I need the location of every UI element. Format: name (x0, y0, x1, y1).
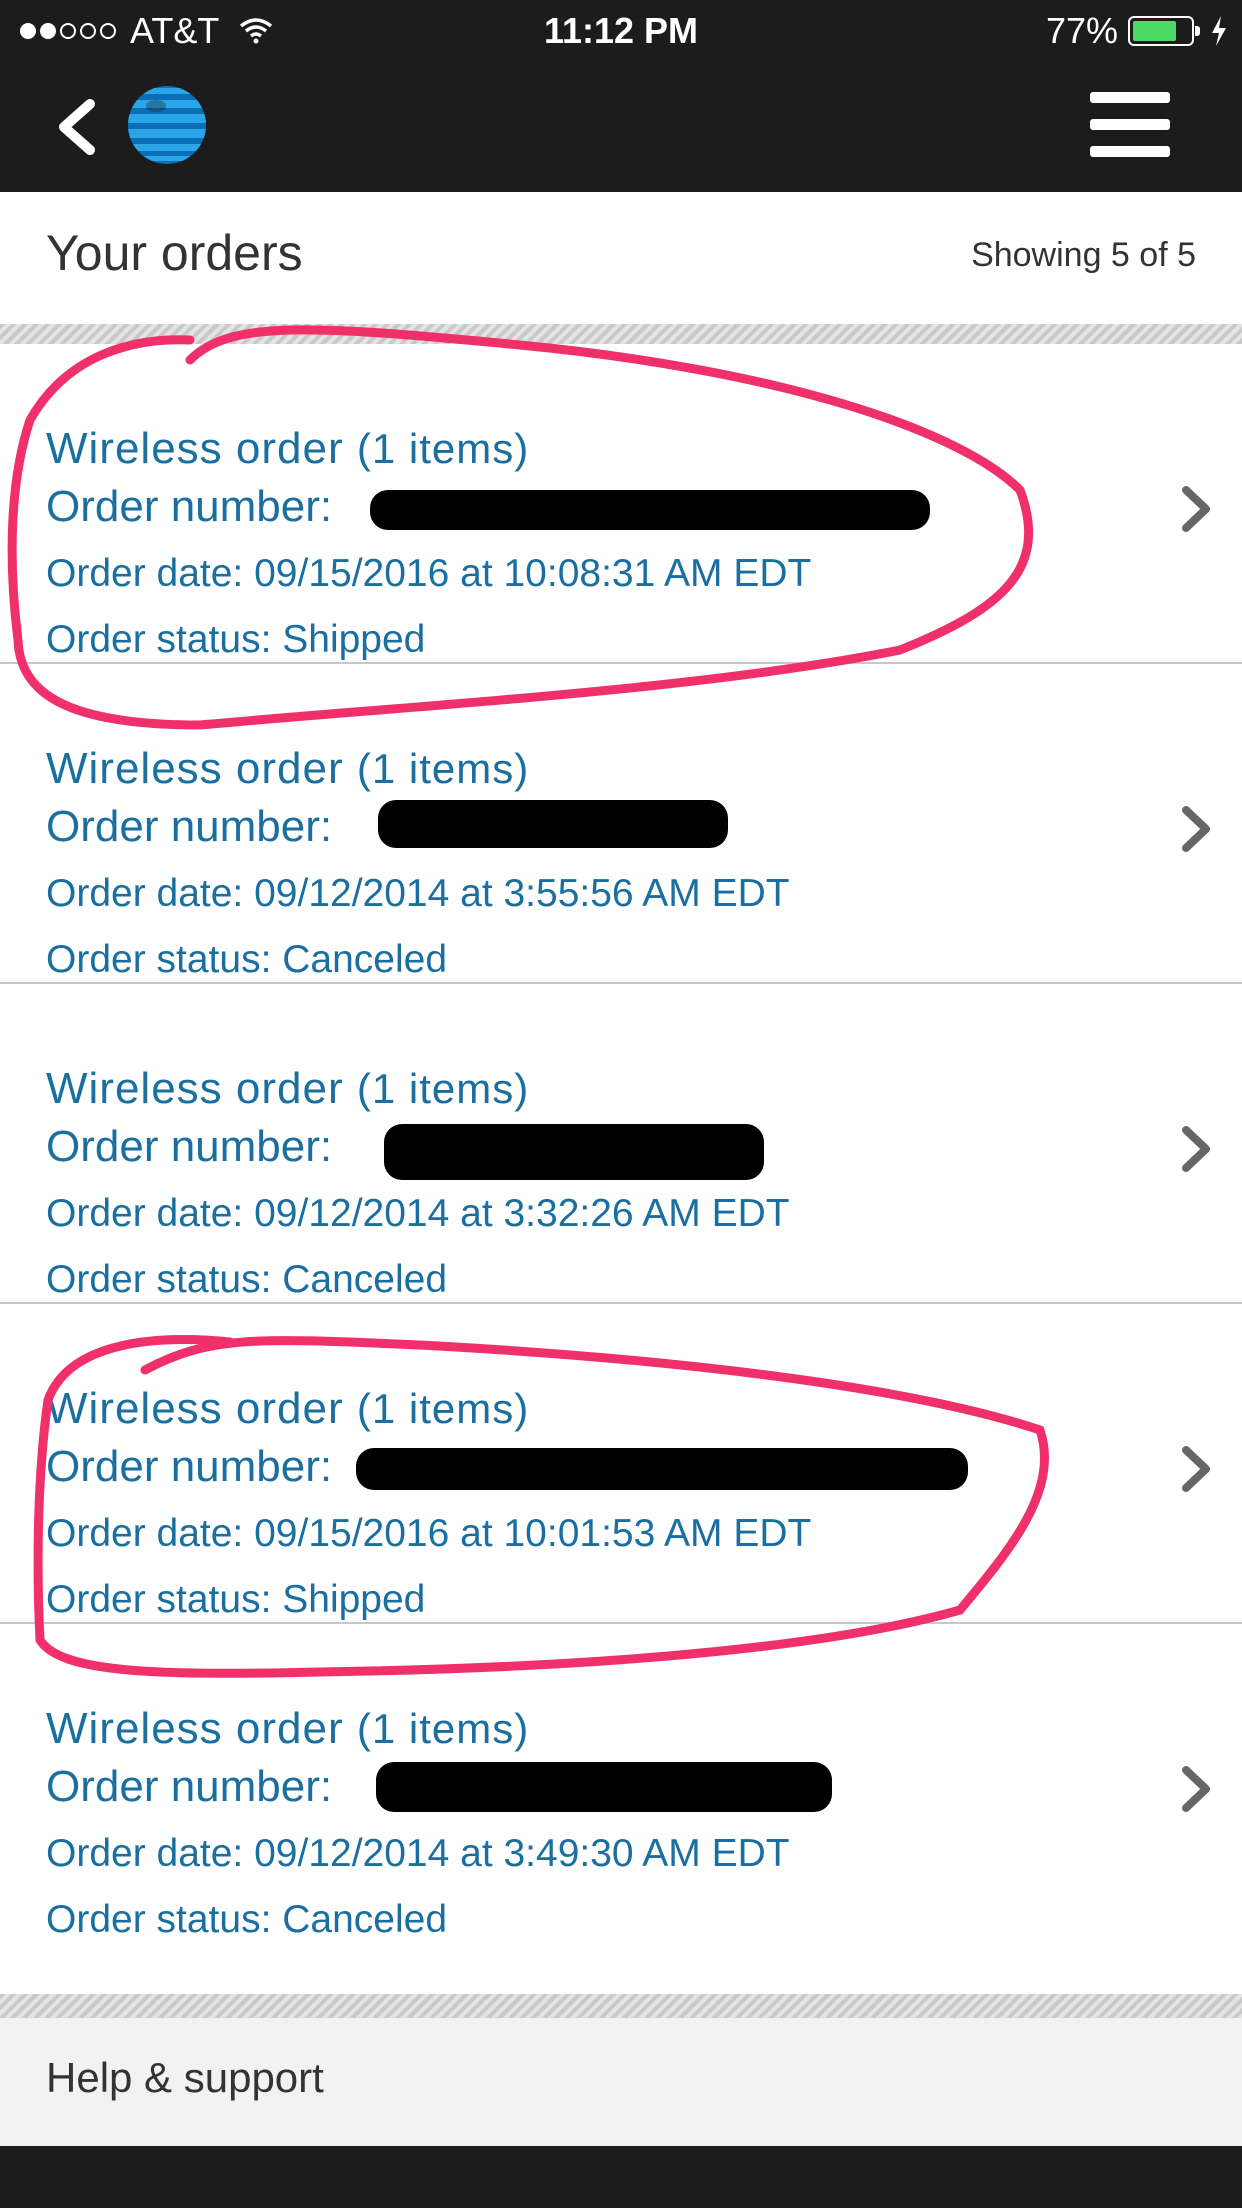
order-items-count: (1 items) (356, 745, 530, 792)
order-title: Wireless order (1 items) (46, 744, 530, 793)
help-support-label: Help & support (46, 2054, 324, 2101)
order-items-count: (1 items) (356, 425, 530, 472)
chevron-right-icon (1182, 1446, 1210, 1492)
redaction-mark (378, 800, 728, 848)
order-item[interactable]: Wireless order (1 items) Order number: O… (0, 984, 1242, 1304)
orders-header: Your orders Showing 5 of 5 (0, 192, 1242, 324)
battery-icon (1128, 16, 1200, 46)
order-date: Order date: 09/12/2014 at 3:55:56 AM EDT (46, 872, 790, 915)
order-title: Wireless order (1 items) (46, 1064, 530, 1113)
order-items-count: (1 items) (356, 1065, 530, 1112)
order-items-count: (1 items) (356, 1385, 530, 1432)
chevron-right-icon (1182, 1126, 1210, 1172)
order-date: Order date: 09/15/2016 at 10:01:53 AM ED… (46, 1512, 812, 1555)
order-item[interactable]: Wireless order (1 items) Order number: O… (0, 1304, 1242, 1624)
redaction-mark (370, 490, 930, 530)
charging-bolt-icon (1212, 16, 1226, 46)
page-title: Your orders (46, 225, 303, 281)
order-status: Order status: Canceled (46, 1258, 448, 1301)
chevron-right-icon (1182, 486, 1210, 532)
order-items-count: (1 items) (356, 1705, 530, 1752)
redaction-mark (356, 1448, 968, 1490)
order-number: Order number: (46, 802, 333, 851)
chevron-right-icon (1182, 1766, 1210, 1812)
order-item[interactable]: Wireless order (1 items) Order number: O… (0, 1624, 1242, 1944)
order-item[interactable]: Wireless order (1 items) Order number: O… (0, 344, 1242, 664)
order-status: Order status: Shipped (46, 618, 426, 661)
order-status: Order status: Canceled (46, 938, 448, 981)
bottom-bar (0, 2146, 1242, 2208)
order-number: Order number: (46, 482, 333, 531)
status-bar: AT&T 11:12 PM 77% (0, 0, 1242, 62)
help-support-row[interactable]: Help & support (0, 2018, 1242, 2146)
battery-level (1133, 21, 1177, 41)
divider-stripe (0, 324, 1242, 344)
order-title: Wireless order (1 items) (46, 424, 530, 473)
hamburger-menu-icon[interactable] (1090, 92, 1170, 160)
redaction-mark (376, 1762, 832, 1812)
order-item[interactable]: Wireless order (1 items) Order number: O… (0, 664, 1242, 984)
redaction-mark (384, 1124, 764, 1180)
order-date: Order date: 09/12/2014 at 3:32:26 AM EDT (46, 1192, 790, 1235)
order-title: Wireless order (1 items) (46, 1704, 530, 1753)
battery-percent: 77% (1045, 10, 1118, 51)
order-date: Order date: 09/12/2014 at 3:49:30 AM EDT (46, 1832, 790, 1875)
chevron-left-icon[interactable] (50, 92, 110, 162)
order-date: Order date: 09/15/2016 at 10:08:31 AM ED… (46, 552, 812, 595)
order-status: Order status: Canceled (46, 1898, 448, 1941)
status-right: 77% (1046, 10, 1228, 52)
order-number: Order number: (46, 1762, 333, 1811)
showing-count: Showing 5 of 5 (971, 236, 1196, 274)
att-globe-logo[interactable] (126, 84, 208, 166)
nav-bar (0, 62, 1242, 192)
order-number: Order number: (46, 1122, 333, 1171)
chevron-right-icon (1182, 806, 1210, 852)
order-status: Order status: Shipped (46, 1578, 426, 1621)
order-number: Order number: (46, 1442, 333, 1491)
divider-stripe (0, 1994, 1242, 2018)
order-title: Wireless order (1 items) (46, 1384, 530, 1433)
